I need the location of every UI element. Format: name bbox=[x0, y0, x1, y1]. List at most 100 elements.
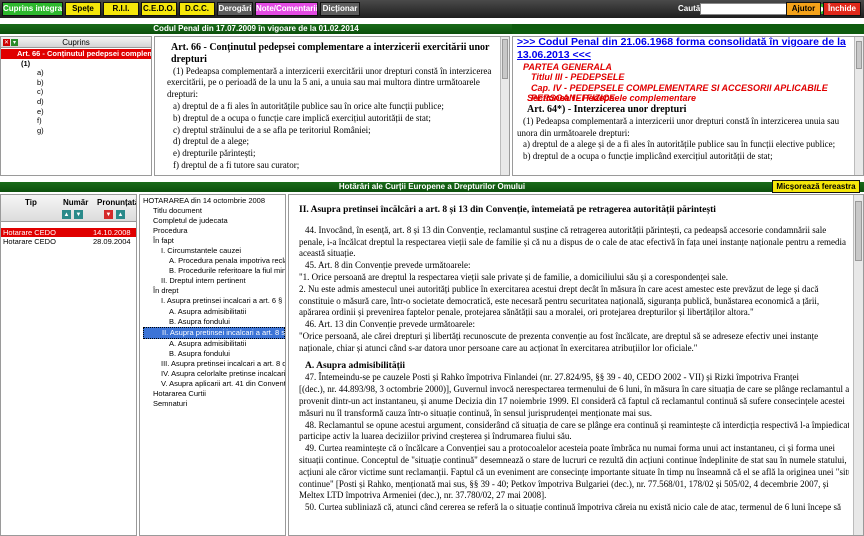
decision-text: 44. Invocând, în esență, art. 8 și 13 di… bbox=[299, 225, 849, 514]
decision-section-title: II. Asupra pretinsei încălcări a art. 8 … bbox=[299, 205, 716, 215]
decisions-list-panel: Tip Număr Pronunțată ▲ ▼ ▼ ▲ Hotarare CE… bbox=[0, 194, 137, 536]
heading-part: PARTEA GENERALA bbox=[523, 61, 612, 72]
top-tree-item[interactable]: Art. 66 - Conținutul pedepsei complement… bbox=[1, 49, 151, 59]
col-pronuntata[interactable]: Pronunțată bbox=[97, 198, 136, 207]
old-article-title: Art. 64*) - Interzicerea unor drepturi bbox=[527, 103, 687, 115]
note-comentarii-button[interactable]: Note/Comentarii bbox=[255, 2, 318, 16]
article-line: c) dreptul străinului de a se afla pe te… bbox=[173, 124, 371, 135]
main-toolbar: Cuprins integral Spețe R.I.I. C.E.D.O. D… bbox=[0, 0, 864, 18]
micsoreaza-button[interactable]: Micșorează fereastra bbox=[772, 180, 860, 193]
decision-line: A. Asupra admisibilității bbox=[305, 360, 406, 371]
outline-item[interactable]: IV. Asupra celorlalte pretinse incalcari bbox=[143, 369, 285, 379]
close-icon[interactable]: ✕ bbox=[3, 39, 10, 46]
article-text: (1) Pedeapsa complementară a interziceri… bbox=[167, 66, 497, 172]
sort-desc-icon[interactable]: ▼ bbox=[74, 210, 83, 219]
outline-item[interactable]: Semnaturi bbox=[143, 399, 285, 409]
decision-line: "1. Orice persoană are dreptul la respec… bbox=[299, 271, 729, 282]
outline-item[interactable]: Completul de judecata bbox=[143, 216, 285, 226]
top-strip-title: Codul Penal din 17.07.2009 în vigoare de… bbox=[0, 24, 512, 34]
table-row[interactable]: Hotarare CEDO 14.10.2008 bbox=[1, 228, 136, 237]
top-tree-item[interactable]: b) bbox=[3, 78, 151, 88]
top-tree-item[interactable]: f) bbox=[3, 116, 151, 126]
top-tree-item[interactable]: e) bbox=[3, 107, 151, 117]
decision-line: provenit dintr-un act instantaneu, și an… bbox=[299, 395, 845, 406]
search-input[interactable] bbox=[700, 3, 792, 15]
decision-line: [(dec.), nr. 44.893/98, 3 octombrie 2000… bbox=[299, 384, 849, 395]
article-line: a) dreptul de a fi ales în autoritățile … bbox=[173, 100, 444, 111]
row-tip: Hotarare CEDO bbox=[3, 237, 56, 246]
derogari-button[interactable]: Derogări bbox=[217, 2, 253, 16]
row-date: 28.09.2004 bbox=[93, 237, 131, 246]
decision-line: 50. Curtea subliniază că, atunci când ce… bbox=[305, 502, 842, 513]
decision-line: situații continue. Conceptul de "situați… bbox=[299, 454, 847, 465]
cedo-button[interactable]: C.E.D.O. bbox=[141, 2, 177, 16]
outline-item[interactable]: II. Dreptul intern pertinent bbox=[143, 276, 285, 286]
search-label: Caută bbox=[678, 4, 701, 13]
outline-item[interactable]: B. Procedurile referitoare la fiul minor… bbox=[143, 266, 285, 276]
old-article-line: a) dreptul de a alege și de a fi ales în… bbox=[523, 139, 836, 150]
article-line: b) dreptul de a ocupa o funcție care imp… bbox=[173, 112, 431, 123]
outline-item[interactable]: II. Asupra pretinsei incalcari a art. 8 … bbox=[143, 326, 285, 339]
top-tree: Art. 66 - Conținutul pedepsei complement… bbox=[1, 48, 151, 135]
top-tree-item[interactable]: c) bbox=[3, 87, 151, 97]
outline-item[interactable]: V. Asupra aplicarii art. 41 din Conventi… bbox=[143, 379, 285, 389]
outline-item[interactable]: Procedura bbox=[143, 226, 285, 236]
old-code-link[interactable]: >>> Codul Penal din 21.06.1968 forma con… bbox=[517, 37, 846, 61]
decision-line: naționale, chiar și atunci când s-ar dat… bbox=[299, 342, 698, 353]
decision-line: apărarea ordinii și prevenirea faptelor … bbox=[299, 307, 754, 318]
sort-desc-date-icon[interactable]: ▼ bbox=[104, 210, 113, 219]
article-line: (1) Pedeapsa complementară a interziceri… bbox=[173, 65, 492, 76]
outline-item[interactable]: HOTARAREA din 14 octombrie 2008 bbox=[143, 196, 285, 206]
decision-line: participe activ la luarea deciziilor pri… bbox=[299, 431, 572, 442]
spete-button[interactable]: Spețe bbox=[65, 2, 101, 16]
outline-item[interactable]: I. Circumstantele cauzei bbox=[143, 246, 285, 256]
cuprins-integral-button[interactable]: Cuprins integral bbox=[2, 2, 63, 16]
outline-item[interactable]: A. Procedura penala impotriva reclam... bbox=[143, 256, 285, 266]
article-line: f) dreptul de a fi tutore sau curator; bbox=[173, 159, 300, 170]
col-numar[interactable]: Număr bbox=[63, 198, 88, 207]
decision-line: continue" [Posti și Rahko, menționată ma… bbox=[299, 478, 829, 489]
sort-asc-date-icon[interactable]: ▲ bbox=[116, 210, 125, 219]
outline-item[interactable]: În drept bbox=[143, 286, 285, 296]
top-cuprins-panel: Cuprins ✕ ▾ Art. 66 - Conținutul pedepse… bbox=[0, 36, 152, 176]
outline-item[interactable]: Titlu document bbox=[143, 206, 285, 216]
decision-line: 49. Curtea reamintește că o încălcare a … bbox=[305, 443, 836, 454]
ajutor-button[interactable]: Ajutor bbox=[786, 2, 821, 16]
dcc-button[interactable]: D.C.C. bbox=[179, 2, 215, 16]
outline-item[interactable]: În fapt bbox=[143, 236, 285, 246]
article-line: drepturi: bbox=[167, 89, 198, 100]
decision-outline-tree: HOTARAREA din 14 octombrie 2008 Titlu doc… bbox=[140, 195, 285, 409]
top-tree-item[interactable]: (1) bbox=[3, 59, 151, 69]
top-tree-item[interactable]: d) bbox=[3, 97, 151, 107]
outline-item[interactable]: III. Asupra pretinsei incalcari a art. 8… bbox=[143, 359, 285, 369]
inchide-button[interactable]: Închide bbox=[823, 2, 861, 16]
row-tip: Hotarare CEDO bbox=[3, 228, 56, 237]
top-tree-item[interactable]: a) bbox=[3, 68, 151, 78]
expand-icon[interactable]: ▾ bbox=[11, 39, 18, 46]
table-row[interactable]: Hotarare CEDO 28.09.2004 bbox=[1, 237, 136, 246]
col-tip[interactable]: Tip bbox=[25, 198, 37, 207]
rii-button[interactable]: R.I.I. bbox=[103, 2, 139, 16]
heading-title: Titlul III - PEDEPSELE bbox=[531, 72, 625, 83]
decision-line: acțiuni ale căror victime sunt reclamanț… bbox=[299, 466, 849, 477]
top-tree-item[interactable]: g) bbox=[3, 126, 151, 136]
article-scrollbar[interactable] bbox=[500, 37, 509, 175]
old-article-text: (1) Pedeapsa complementară a interziceri… bbox=[517, 116, 849, 163]
outline-item[interactable]: A. Asupra admisibilitatii bbox=[143, 307, 285, 317]
outline-item[interactable]: A. Asupra admisibilitatii bbox=[143, 339, 285, 349]
article-line: e) drepturile părintești; bbox=[173, 148, 256, 159]
old-code-scrollbar[interactable] bbox=[854, 37, 863, 175]
outline-item[interactable]: Hotararea Curtii bbox=[143, 389, 285, 399]
decision-scrollbar[interactable] bbox=[853, 195, 863, 535]
outline-item[interactable]: B. Asupra fondului bbox=[143, 349, 285, 359]
outline-item[interactable]: B. Asupra fondului bbox=[143, 317, 285, 327]
outline-item[interactable]: I. Asupra pretinsei incalcari a art. 6 §… bbox=[143, 296, 285, 306]
decision-text-panel: II. Asupra pretinsei încălcări a art. 8 … bbox=[288, 194, 864, 536]
old-article-line: (1) Pedeapsa complementară a interziceri… bbox=[523, 115, 840, 126]
old-article-line: unora din următoarele drepturi: bbox=[517, 127, 630, 138]
cuprins-header: Cuprins bbox=[1, 37, 151, 48]
heading-section-text: Sectiunea I - Pedepsele complementare bbox=[527, 93, 697, 104]
decision-line: Meltex LTD împotriva Armeniei (dec.), nr… bbox=[299, 490, 547, 501]
sort-asc-icon[interactable]: ▲ bbox=[62, 210, 71, 219]
dictionar-button[interactable]: Dicționar bbox=[320, 2, 360, 16]
